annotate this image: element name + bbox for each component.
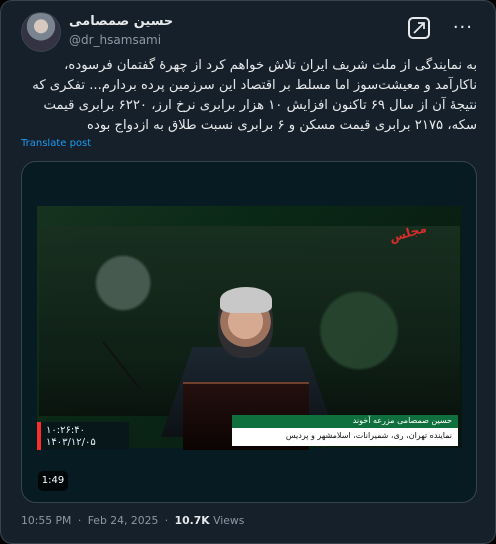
caption-name: حسین صمصامی مزرعه آخوند [232,415,458,428]
post-header: حسین صمصامی @dr_hsamsami ··· [21,12,475,52]
grok-icon[interactable] [408,17,430,39]
broadcast-timestamp: ۱۰:۲۶:۴۰ ۱۴۰۳/۱۲/۰۵ [37,422,129,450]
timestamp-date: ۱۴۰۳/۱۲/۰۵ [46,437,96,448]
video-duration: 1:49 [38,471,68,491]
video-player[interactable]: مجلس ۱۰:۲۶:۴۰ ۱۴۰۳/۱۲/۰۵ حسین صمصامی مزر… [21,161,477,503]
post-footer: 10:55 PM · Feb 24, 2025 · 10.7K Views [21,514,244,527]
speaker-hair [220,287,272,313]
footer-separator: · [164,514,169,527]
video-frame[interactable]: مجلس ۱۰:۲۶:۴۰ ۱۴۰۳/۱۲/۰۵ حسین صمصامی مزر… [37,206,462,450]
lower-third-caption: حسین صمصامی مزرعه آخوند نماینده تهران، ر… [232,415,458,446]
translate-post-link[interactable]: Translate post [21,138,91,149]
post-time[interactable]: 10:55 PM [21,514,71,527]
grok-glyph-icon [413,22,425,34]
footer-separator: · [77,514,82,527]
views-count[interactable]: 10.7K [175,514,210,527]
author-handle[interactable]: @dr_hsamsami [69,33,161,47]
caption-role: نماینده تهران، ری، شمیرانات، اسلامشهر و … [232,428,458,446]
post-card: حسین صمصامی @dr_hsamsami ··· به نمایندگی… [0,0,496,544]
views-label: Views [213,514,245,527]
post-text: به نمایندگی از ملت شریف ایران تلاش خواهم… [32,58,477,133]
timestamp-time: ۱۰:۲۶:۴۰ [46,425,85,436]
author-name[interactable]: حسین صمصامی [69,14,173,29]
post-date[interactable]: Feb 24, 2025 [88,514,159,527]
user-avatar-icon[interactable] [21,12,61,52]
more-icon[interactable]: ··· [453,17,473,38]
